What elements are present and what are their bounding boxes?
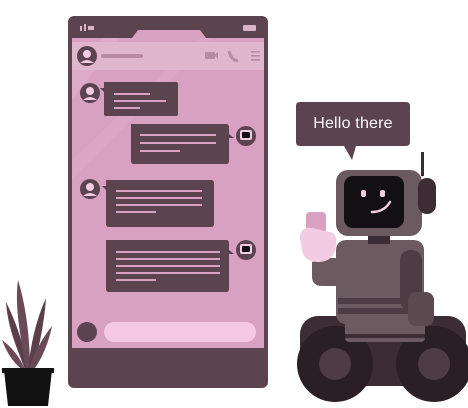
message-input[interactable] — [104, 322, 256, 342]
robot-eye — [380, 190, 385, 197]
video-camera-icon[interactable] — [205, 52, 215, 59]
signal-bar-icon — [84, 24, 86, 31]
speech-bubble-text: Hello there — [313, 115, 393, 132]
signal-bar-icon — [80, 26, 82, 31]
illustration — [2, 16, 468, 406]
antenna — [421, 152, 424, 176]
robot-hand — [300, 227, 337, 262]
potted-plant — [2, 280, 54, 406]
robot-ear — [418, 178, 436, 214]
robot — [296, 102, 468, 402]
contact-name-placeholder — [101, 54, 143, 58]
plant-pot — [4, 370, 52, 406]
attach-circle-icon[interactable] — [77, 322, 97, 342]
menu-lines-icon[interactable] — [251, 51, 260, 61]
signal-bar-icon — [88, 26, 94, 30]
robot-face-screen — [344, 176, 404, 228]
battery-icon — [243, 25, 256, 31]
chat-bubble — [100, 82, 178, 116]
robot-eye — [361, 190, 366, 197]
robot-arm — [312, 258, 350, 286]
chat-bubble — [102, 180, 214, 227]
chat-header — [72, 42, 264, 70]
phone — [68, 16, 268, 388]
